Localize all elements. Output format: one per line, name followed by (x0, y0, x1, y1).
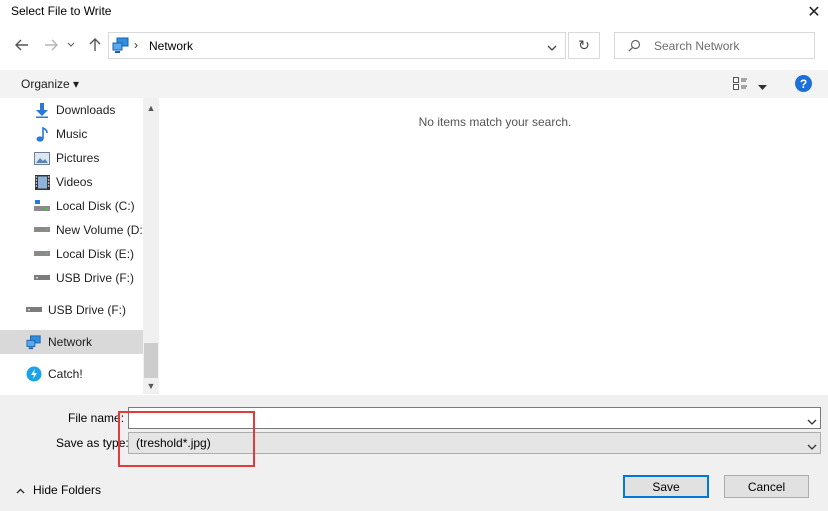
refresh-button[interactable]: ↻ (568, 32, 600, 59)
file-name-dropdown-chevron-icon[interactable] (807, 415, 817, 429)
search-placeholder: Search Network (654, 39, 740, 53)
address-dropdown-chevron-icon[interactable] (547, 41, 557, 55)
empty-results-message: No items match your search. (418, 115, 572, 129)
sidebar-item-new-volume-d[interactable]: New Volume (D:) (34, 218, 143, 242)
breadcrumb-network[interactable]: Network (149, 39, 193, 53)
drive-icon (34, 222, 50, 238)
forward-icon[interactable] (40, 34, 62, 56)
videos-icon (34, 174, 50, 190)
refresh-icon: ↻ (578, 37, 590, 53)
catch-icon (26, 366, 42, 382)
command-bar: Organize ▾ ? (0, 70, 828, 98)
chevron-up-icon (16, 483, 25, 497)
close-icon[interactable]: ✕ (800, 0, 828, 24)
help-icon[interactable]: ? (795, 75, 812, 92)
sidebar-item-label: USB Drive (F:) (56, 271, 134, 285)
back-icon[interactable] (11, 34, 33, 56)
sidebar-item-usb-drive-f-root[interactable]: USB Drive (F:) (26, 298, 126, 322)
save-as-type-dropdown-chevron-icon[interactable] (807, 440, 817, 454)
save-as-type-value: (treshold*.jpg) (136, 436, 211, 450)
sidebar-item-label: New Volume (D:) (56, 223, 143, 237)
sidebar-item-label: Network (48, 335, 93, 349)
breadcrumb-separator-icon[interactable]: › (134, 38, 138, 52)
organize-button[interactable]: Organize ▾ (21, 77, 79, 91)
hide-folders-toggle[interactable]: Hide Folders (16, 483, 101, 497)
scroll-up-icon[interactable]: ▲ (143, 100, 159, 116)
sidebar-item-label: Local Disk (E:) (56, 247, 135, 261)
file-name-label: File name: (68, 411, 125, 425)
search-input[interactable]: Search Network (614, 32, 815, 59)
up-icon[interactable] (84, 34, 106, 56)
save-as-type-label: Save as type: (56, 436, 129, 450)
sidebar-item-label: Catch! (48, 367, 83, 381)
save-button[interactable]: Save (623, 475, 709, 498)
window-title: Select File to Write (11, 4, 112, 18)
drive-icon (34, 246, 50, 262)
pictures-icon (34, 150, 50, 166)
sidebar-item-label: Music (56, 127, 88, 141)
title-bar: Select File to Write ✕ (0, 0, 828, 24)
recent-locations-chevron-icon[interactable] (64, 34, 78, 56)
file-name-input[interactable] (128, 407, 821, 429)
sidebar-item-local-disk-e[interactable]: Local Disk (E:) (34, 242, 134, 266)
cancel-button[interactable]: Cancel (724, 475, 809, 498)
usb-drive-icon (26, 302, 42, 318)
system-drive-icon (34, 198, 50, 214)
sidebar-item-pictures[interactable]: Pictures (34, 146, 99, 170)
navigation-pane[interactable]: Downloads Music Pictures Videos Local Di… (0, 98, 143, 394)
downloads-icon (34, 102, 50, 118)
scroll-down-icon[interactable]: ▼ (143, 378, 159, 394)
usb-drive-icon (34, 270, 50, 286)
sidebar-item-label: Local Disk (C:) (56, 199, 135, 213)
view-options-icon[interactable] (733, 77, 747, 93)
scrollbar-thumb[interactable] (144, 343, 158, 378)
address-bar[interactable]: › Network (108, 32, 566, 59)
sidebar-item-label: Pictures (56, 151, 100, 165)
sidebar-item-label: USB Drive (F:) (48, 303, 126, 317)
sidebar-item-catch[interactable]: Catch! (26, 362, 83, 386)
hide-folders-label: Hide Folders (33, 483, 102, 497)
save-as-type-select[interactable]: (treshold*.jpg) (128, 432, 821, 454)
sidebar-item-downloads[interactable]: Downloads (34, 98, 115, 122)
sidebar-item-label: Videos (56, 175, 93, 189)
sidebar-item-local-disk-c[interactable]: Local Disk (C:) (34, 194, 135, 218)
sidebar-item-label: Downloads (56, 103, 116, 117)
sidebar-item-network[interactable]: Network (0, 330, 143, 354)
sidebar-item-videos[interactable]: Videos (34, 170, 92, 194)
music-icon (34, 126, 50, 142)
sidebar-item-music[interactable]: Music (34, 122, 87, 146)
network-icon (112, 37, 130, 57)
network-icon (26, 334, 42, 350)
search-icon (628, 39, 641, 55)
sidebar-item-usb-drive-f[interactable]: USB Drive (F:) (34, 266, 134, 290)
view-dropdown-chevron-icon[interactable] (758, 80, 767, 94)
